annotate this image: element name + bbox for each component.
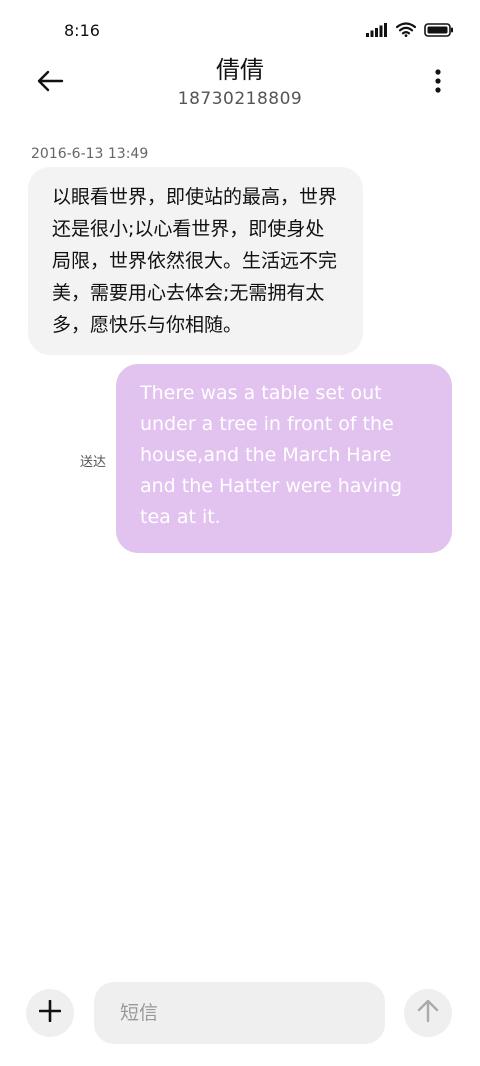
conversation-header: 倩倩 18730218809 bbox=[0, 55, 480, 125]
add-attachment-button[interactable] bbox=[26, 989, 74, 1037]
message-timestamp: 2016-6-13 13:49 bbox=[31, 146, 149, 162]
incoming-message-bubble[interactable]: 以眼看世界，即使站的最高，世界还是很小;以心看世界，即使身处局限，世界依然很大。… bbox=[28, 167, 363, 355]
battery-icon bbox=[424, 22, 454, 41]
plus-icon bbox=[38, 999, 62, 1026]
status-bar: 8:16 bbox=[0, 0, 480, 60]
status-time: 8:16 bbox=[64, 21, 100, 40]
send-button[interactable] bbox=[404, 989, 452, 1037]
status-icons bbox=[366, 22, 454, 41]
contact-number: 18730218809 bbox=[177, 89, 303, 109]
more-vertical-icon bbox=[435, 69, 441, 97]
delivery-status: 送达 bbox=[80, 455, 107, 470]
wifi-icon bbox=[395, 22, 417, 41]
contact-name: 倩倩 bbox=[216, 56, 264, 84]
more-options-button[interactable] bbox=[426, 67, 450, 99]
contact-title: 倩倩 18730218809 bbox=[0, 55, 480, 109]
signal-icon bbox=[366, 22, 388, 41]
outgoing-message-bubble[interactable]: There was a table set out under a tree i… bbox=[116, 364, 452, 553]
message-input[interactable] bbox=[94, 982, 385, 1044]
composer-bar bbox=[0, 978, 480, 1048]
arrow-up-icon bbox=[417, 999, 439, 1027]
